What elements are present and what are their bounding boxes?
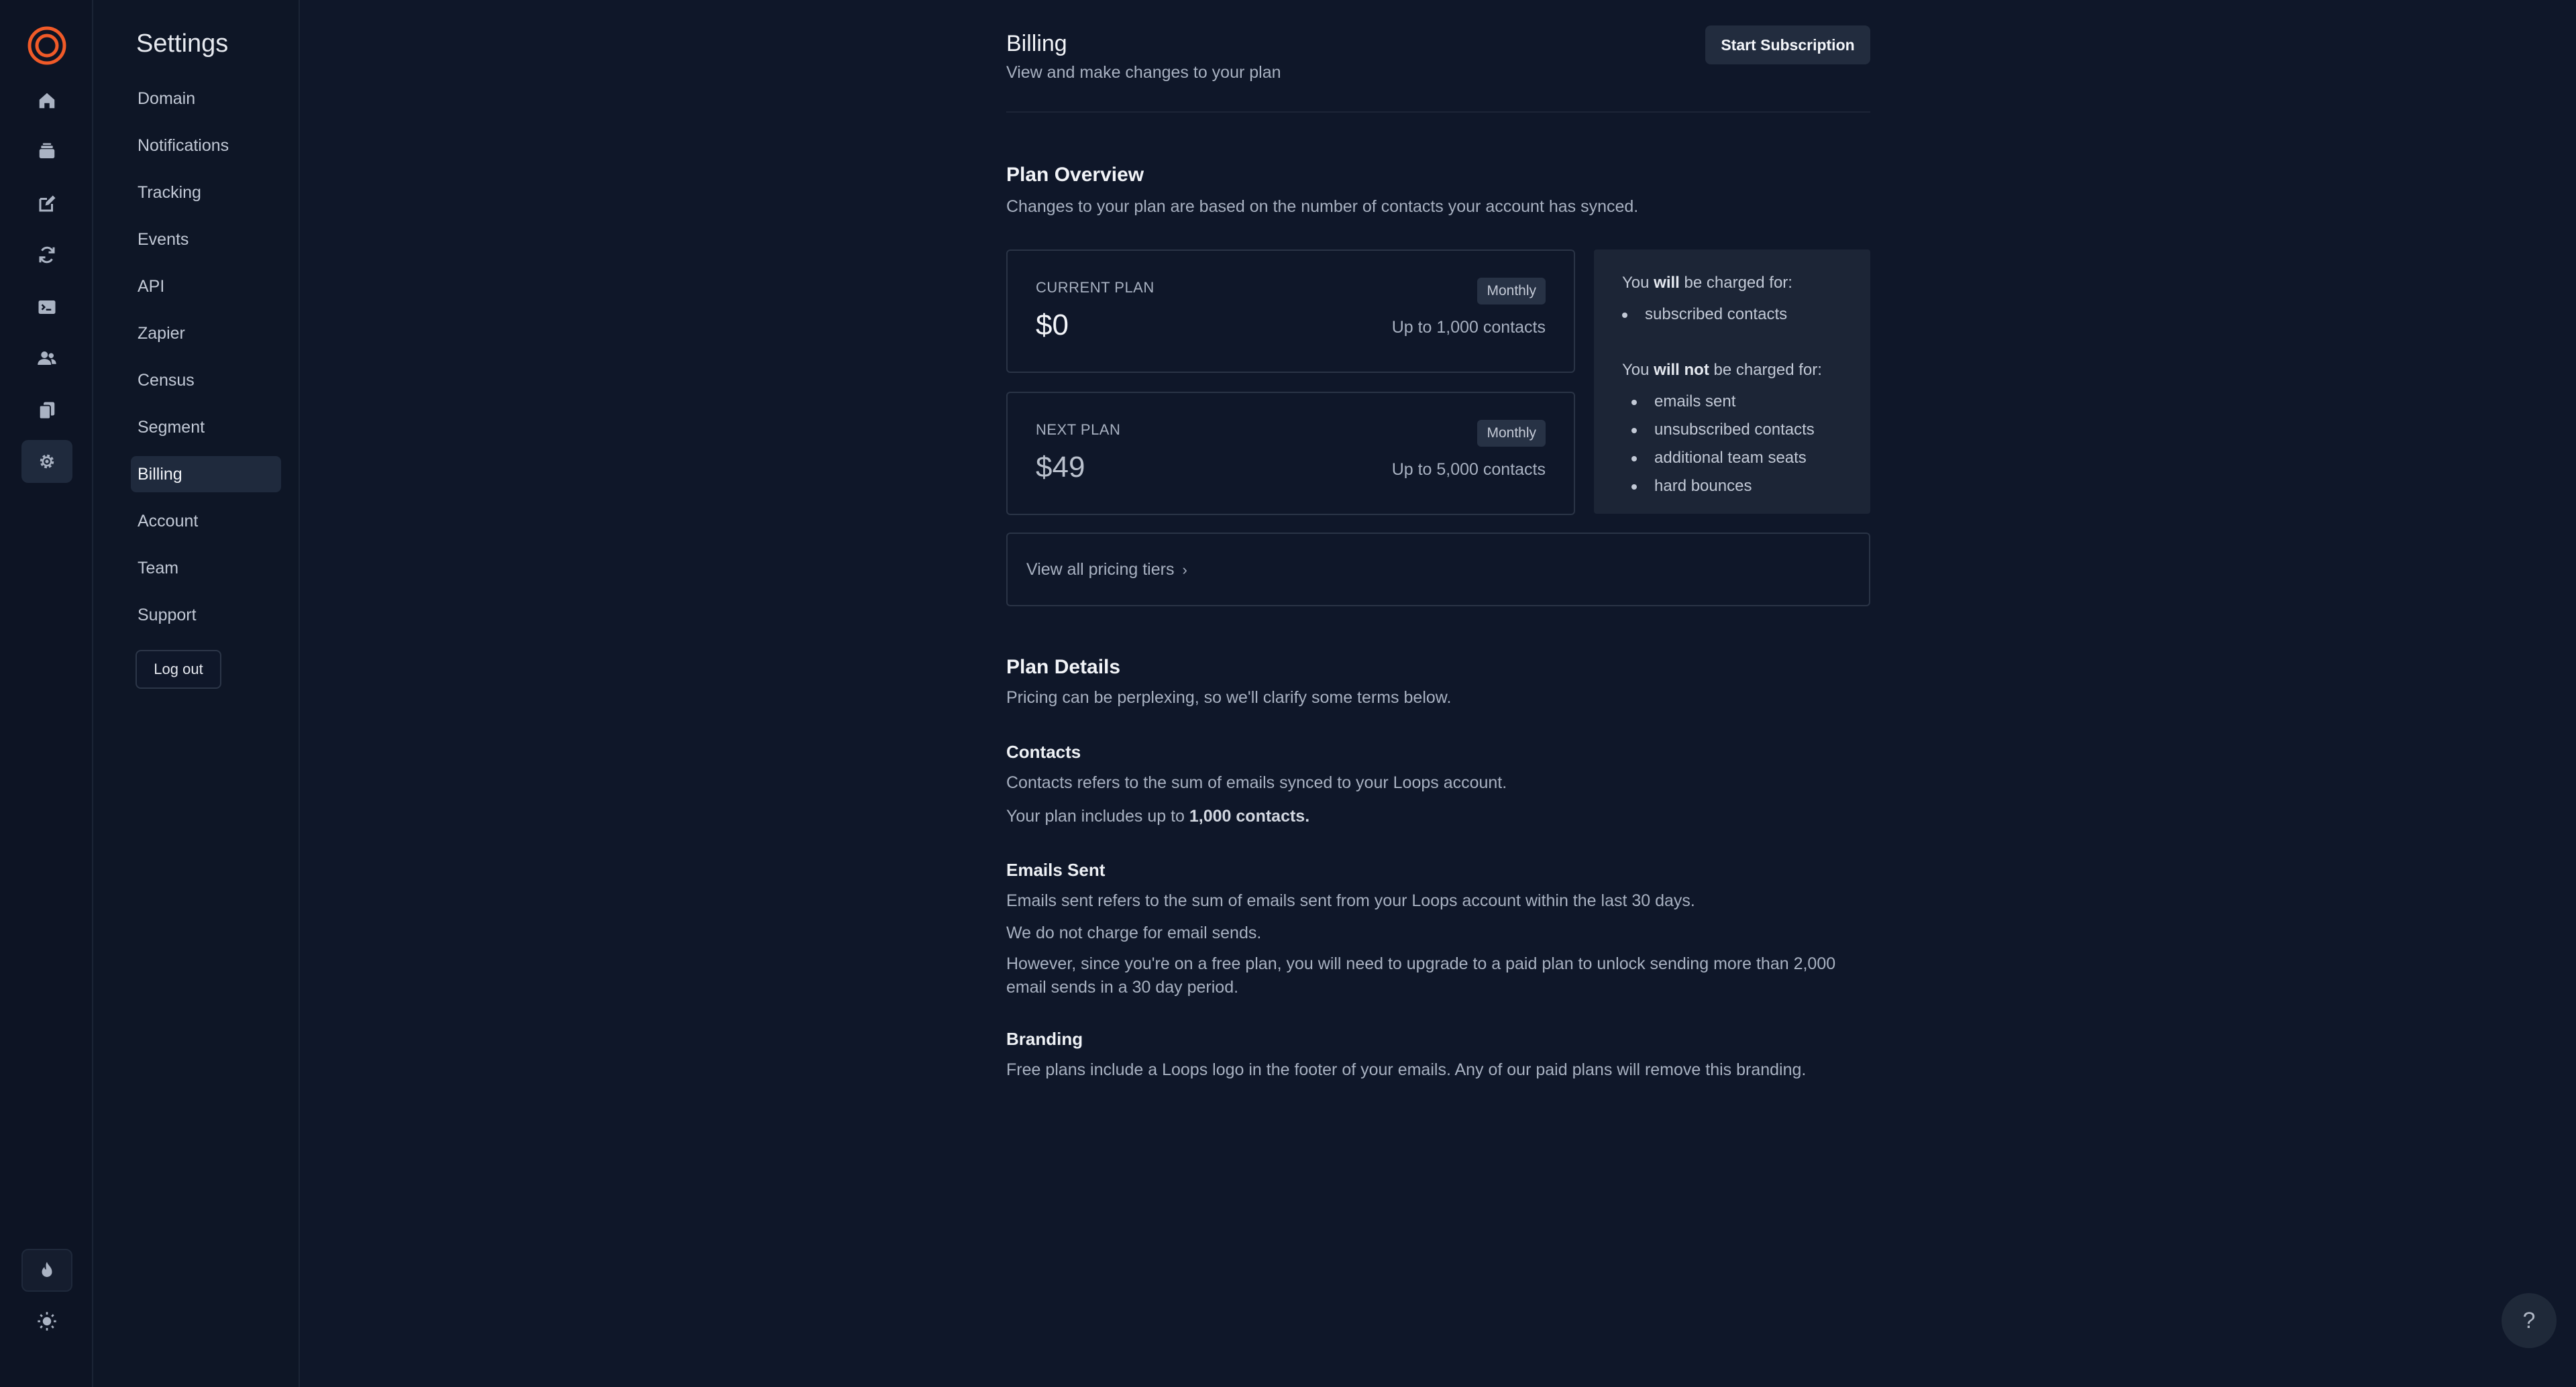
branding-text: Free plans include a Loops logo in the f… (1006, 1060, 1807, 1079)
sidebar-item-events[interactable]: Events (131, 221, 281, 258)
templates-icon (38, 402, 55, 420)
current-plan-price: $0 (1036, 309, 1069, 341)
rail-audience-button[interactable] (21, 337, 72, 380)
current-plan-cycle-badge: Monthly (1477, 278, 1546, 304)
contacts-limit-text: Your plan includes up to 1,000 contacts. (1006, 807, 1310, 826)
list-item: emails sent (1622, 388, 1870, 416)
transactional-icon (38, 300, 56, 314)
emails-sent-title: Emails Sent (1006, 860, 1106, 880)
contacts-text: Contacts refers to the sum of emails syn… (1006, 773, 1507, 792)
current-plan-card: CURRENT PLAN $0 Monthly Up to 1,000 cont… (1006, 249, 1575, 373)
emails-no-charge-text: We do not charge for email sends. (1006, 924, 1262, 942)
rail-theme-button[interactable] (21, 1300, 72, 1343)
flame-icon (42, 1262, 52, 1277)
home-icon (39, 93, 55, 109)
sidebar-item-team[interactable]: Team (131, 550, 281, 586)
not-charged-for-heading: You will not be charged for: (1622, 361, 1822, 379)
list-item: unsubscribed contacts (1622, 416, 1870, 444)
not-charged-for-list: emails sent unsubscribed contacts additi… (1622, 388, 1870, 500)
campaigns-icon (39, 143, 55, 158)
rail-campaigns-button[interactable] (21, 130, 72, 173)
current-plan-label: CURRENT PLAN (1036, 279, 1155, 296)
list-item: additional team seats (1622, 444, 1870, 472)
start-subscription-button[interactable]: Start Subscription (1705, 25, 1870, 64)
list-item: subscribed contacts (1613, 300, 1870, 329)
settings-icon (40, 454, 54, 469)
plan-overview-subtitle: Changes to your plan are based on the nu… (1006, 197, 1639, 216)
sidebar-item-zapier[interactable]: Zapier (131, 315, 281, 351)
logout-button[interactable]: Log out (136, 650, 221, 689)
charged-for-list: subscribed contacts (1613, 300, 1870, 329)
page-title: Billing (1006, 31, 1067, 56)
next-plan-cycle-badge: Monthly (1477, 420, 1546, 447)
loops-icon (39, 246, 55, 264)
next-plan-price: $49 (1036, 451, 1085, 484)
charged-for-heading: You will be charged for: (1622, 274, 1792, 292)
rail-edit-button[interactable] (21, 182, 72, 225)
sidebar-item-segment[interactable]: Segment (131, 409, 281, 445)
sidebar-item-census[interactable]: Census (131, 362, 281, 398)
rail-flame-button[interactable] (21, 1249, 72, 1292)
plan-details-title: Plan Details (1006, 656, 1121, 678)
next-plan-limit: Up to 5,000 contacts (1391, 460, 1546, 479)
chevron-right-icon: › (1182, 561, 1187, 578)
list-item: hard bounces (1622, 472, 1870, 500)
audience-icon (38, 351, 56, 365)
plan-overview-title: Plan Overview (1006, 164, 1144, 186)
settings-title: Settings (136, 30, 229, 58)
edit-icon (39, 195, 56, 212)
contacts-title: Contacts (1006, 742, 1081, 762)
rail-settings-button[interactable] (21, 440, 72, 483)
sidebar-item-notifications[interactable]: Notifications (131, 127, 281, 164)
icon-rail (0, 0, 93, 1387)
emails-sent-text: Emails sent refers to the sum of emails … (1006, 891, 1695, 910)
sidebar-item-tracking[interactable]: Tracking (131, 174, 281, 211)
sun-icon (38, 1312, 56, 1331)
current-plan-limit: Up to 1,000 contacts (1391, 318, 1546, 337)
charges-panel: You will be charged for: subscribed cont… (1594, 249, 1870, 514)
rail-templates-button[interactable] (21, 389, 72, 432)
view-pricing-tiers-link[interactable]: View all pricing tiers › (1006, 533, 1870, 606)
sidebar-item-account[interactable]: Account (131, 503, 281, 539)
header-divider (1006, 111, 1870, 113)
help-button[interactable]: ? (2502, 1293, 2557, 1348)
loops-logo[interactable] (27, 25, 67, 66)
rail-home-button[interactable] (21, 79, 72, 122)
sidebar-item-api[interactable]: API (131, 268, 281, 304)
plan-details-subtitle: Pricing can be perplexing, so we'll clar… (1006, 688, 1452, 707)
rail-transactional-button[interactable] (21, 286, 72, 329)
sidebar-item-domain[interactable]: Domain (131, 80, 281, 117)
sidebar-item-support[interactable]: Support (131, 597, 281, 633)
rail-loops-button[interactable] (21, 233, 72, 276)
branding-title: Branding (1006, 1029, 1083, 1049)
next-plan-card: NEXT PLAN $49 Monthly Up to 5,000 contac… (1006, 392, 1575, 515)
page-subtitle: View and make changes to your plan (1006, 63, 1281, 82)
emails-free-plan-text: However, since you're on a free plan, yo… (1006, 954, 1836, 997)
settings-sidebar: Settings Domain Notifications Tracking E… (93, 0, 300, 1387)
sidebar-item-billing[interactable]: Billing (131, 456, 281, 492)
next-plan-label: NEXT PLAN (1036, 421, 1121, 438)
